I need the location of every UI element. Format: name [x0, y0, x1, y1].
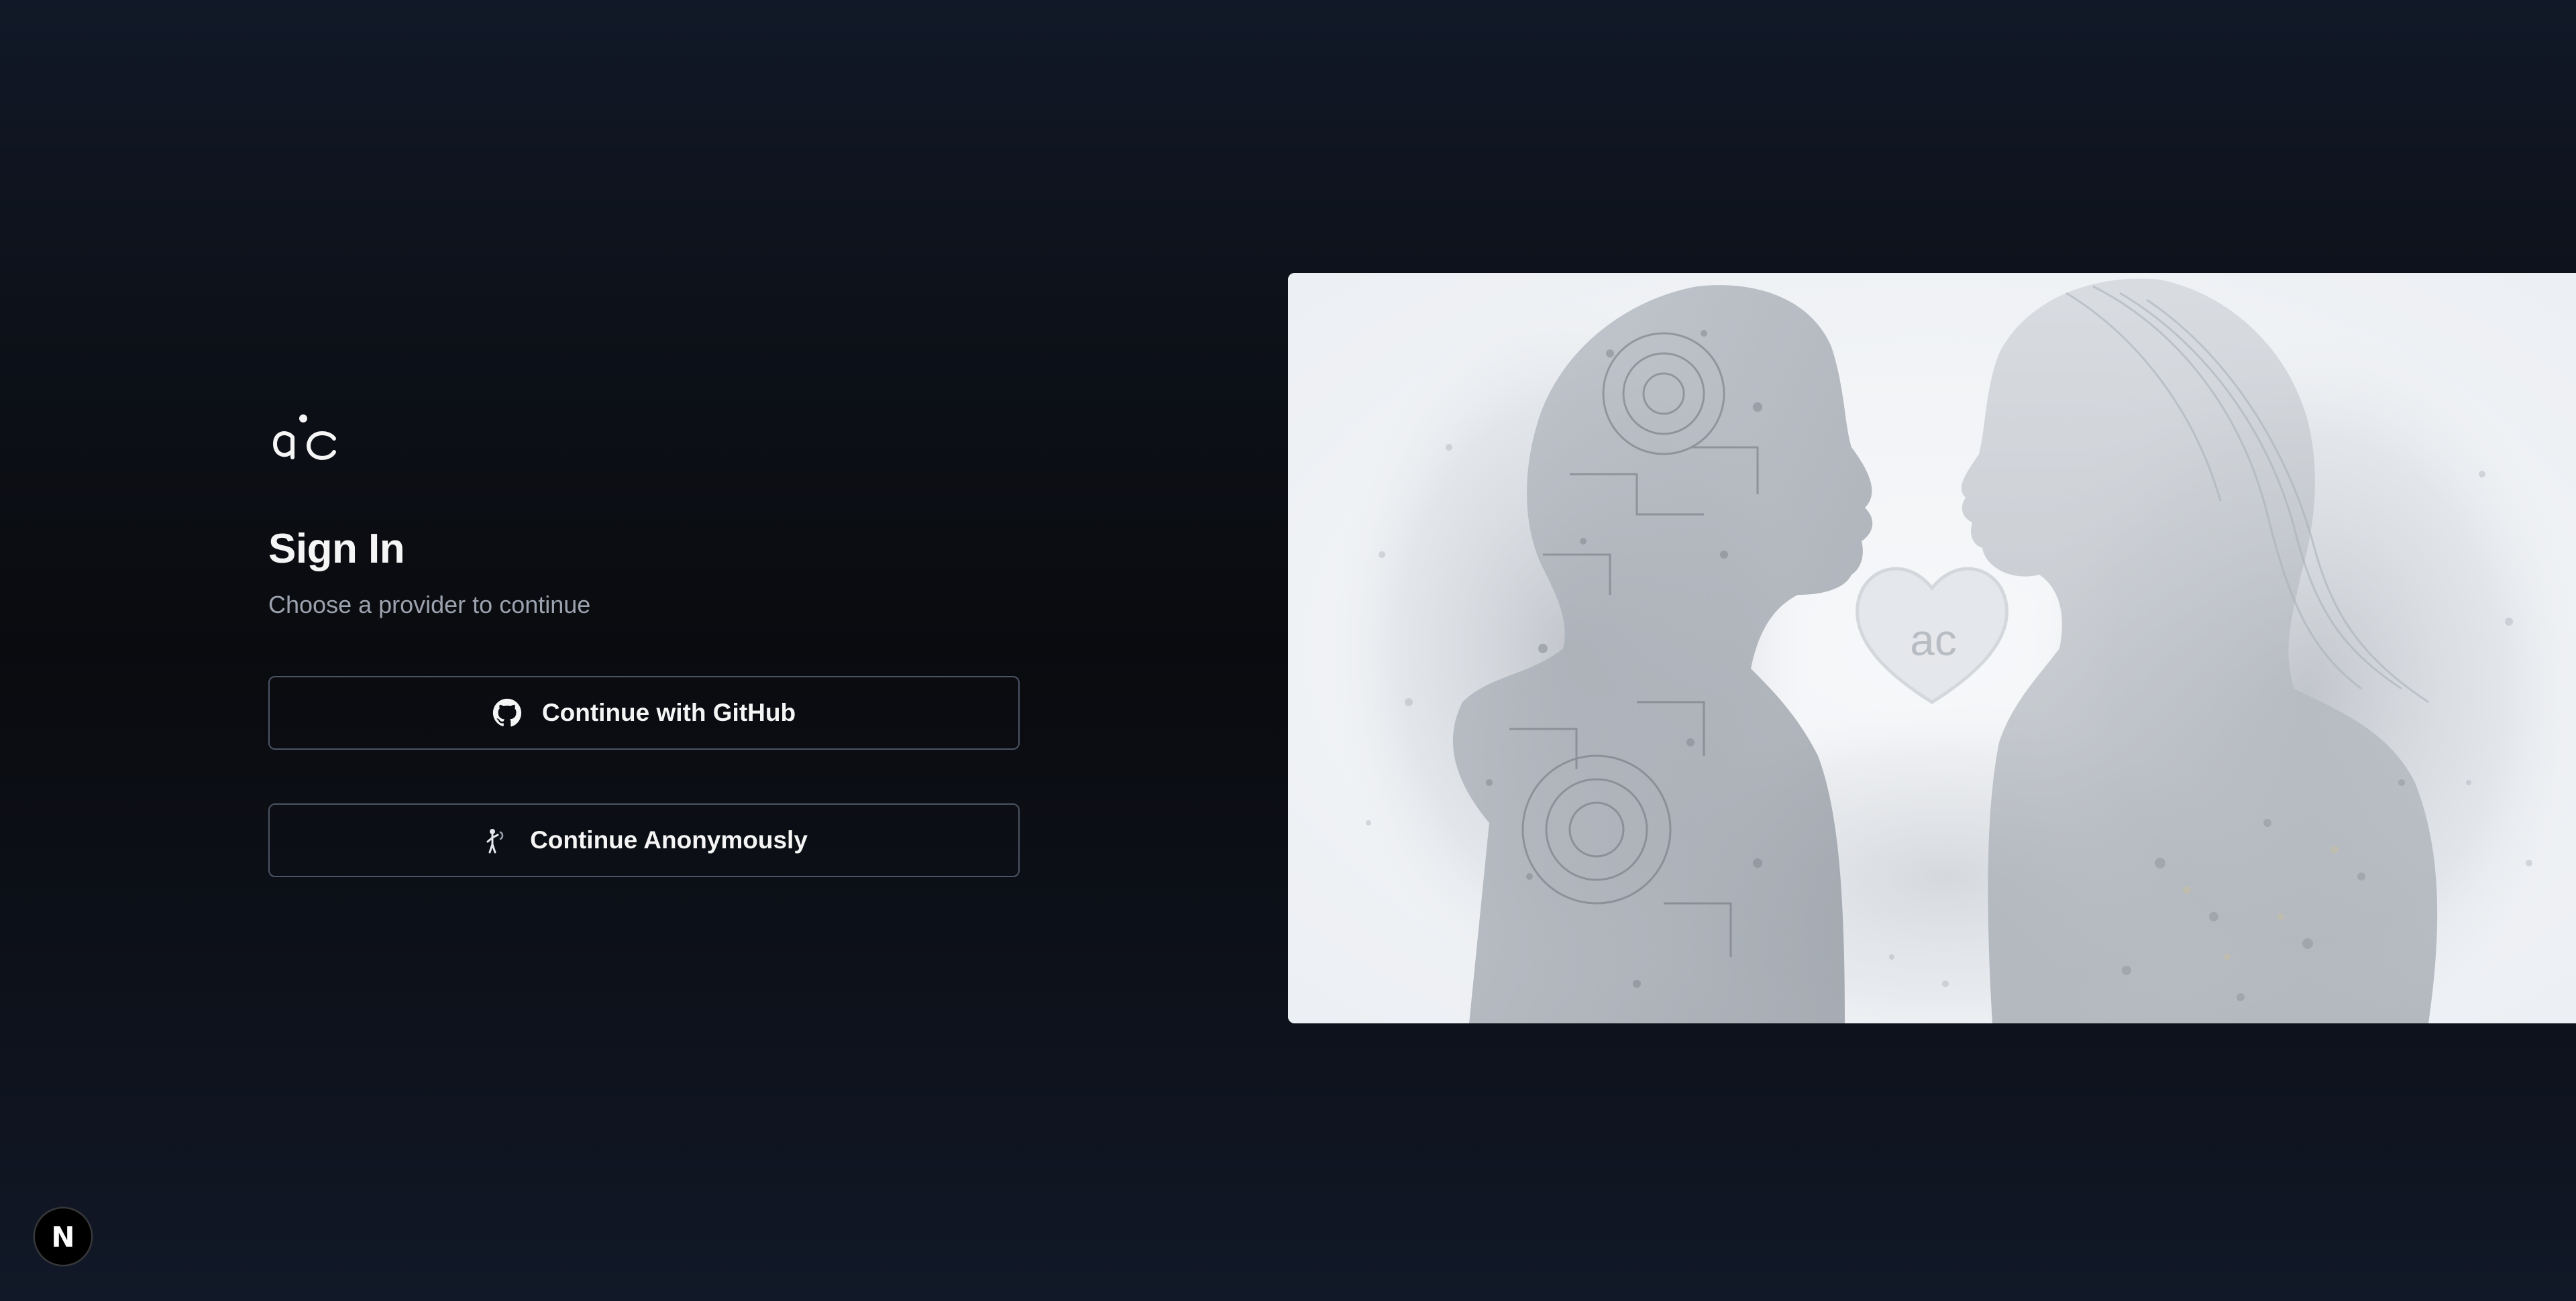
signin-panel: Sign In Choose a provider to continue Co… — [268, 402, 1020, 877]
svg-text:ac: ac — [1910, 615, 1957, 665]
ac-logo-icon — [268, 402, 342, 476]
github-icon — [492, 698, 522, 728]
github-button-label: Continue with GitHub — [541, 698, 796, 726]
continue-anonymously-button[interactable]: Continue Anonymously — [268, 803, 1020, 877]
anonymous-figure-icon — [480, 826, 510, 855]
continue-with-github-button[interactable]: Continue with GitHub — [268, 675, 1020, 750]
page-subtitle: Choose a provider to continue — [268, 591, 591, 619]
nextjs-dev-indicator-button[interactable]: N — [34, 1207, 93, 1266]
hero-illustration: ac — [1288, 273, 2576, 1023]
anonymous-button-label: Continue Anonymously — [530, 826, 808, 854]
page-title: Sign In — [268, 526, 405, 572]
nextjs-dev-indicator-icon: N — [51, 1220, 75, 1253]
